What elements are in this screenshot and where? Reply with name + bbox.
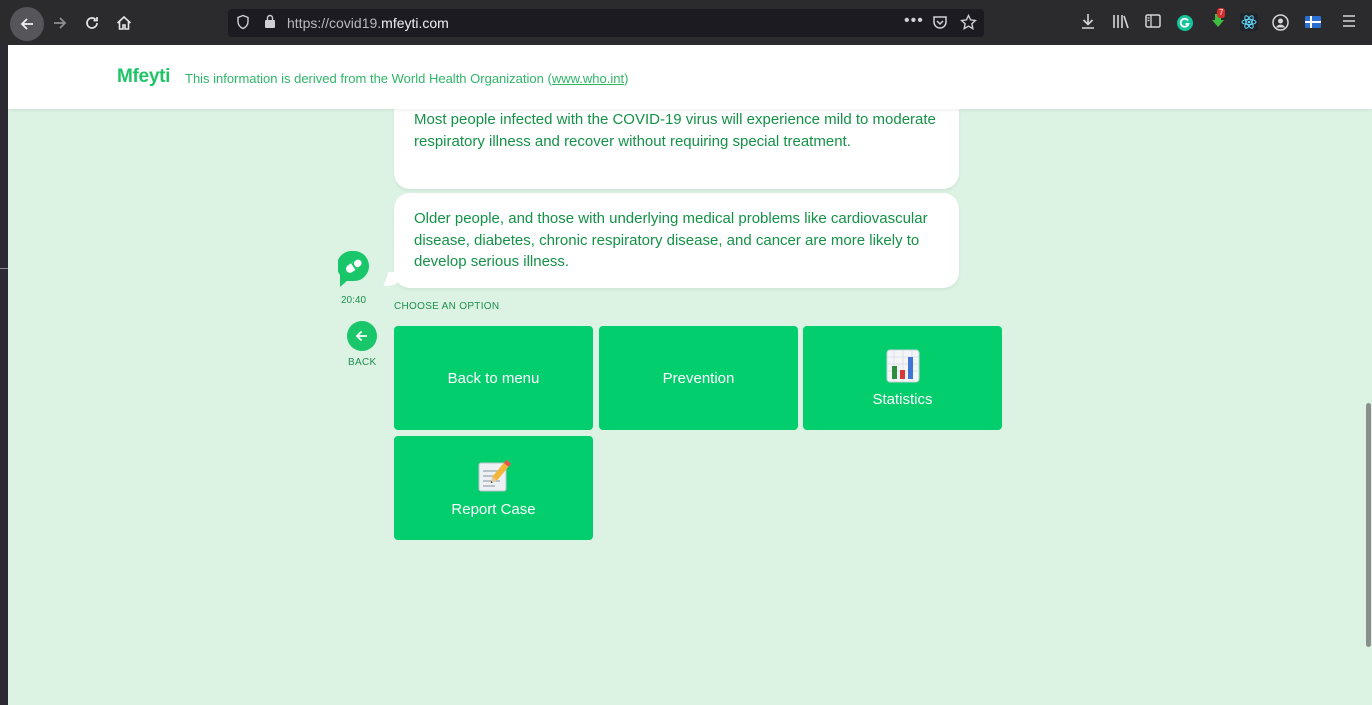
bookmark-star-icon[interactable] xyxy=(960,13,977,34)
library-icon[interactable] xyxy=(1112,12,1130,35)
bubble-tail xyxy=(383,272,407,286)
browser-toolbar: https://covid19.mfeyti.com ••• 7 xyxy=(0,0,1372,45)
back-to-menu-button[interactable]: Back to menu xyxy=(394,326,593,430)
bar-chart-icon xyxy=(886,349,919,382)
statistics-button[interactable]: Statistics xyxy=(803,326,1002,430)
option-label: Report Case xyxy=(451,500,536,518)
shield-icon[interactable] xyxy=(236,14,250,33)
message-time: 20:40 xyxy=(341,295,367,306)
browser-back-button[interactable] xyxy=(10,7,44,41)
site-header: Mfeyti This information is derived from … xyxy=(8,45,1372,109)
extension-badge: 7 xyxy=(1217,8,1226,18)
pill-avatar-icon xyxy=(336,250,369,287)
memo-icon xyxy=(478,459,511,491)
container-extension-icon[interactable] xyxy=(1304,13,1322,36)
url-bar[interactable]: https://covid19.mfeyti.com ••• xyxy=(228,9,984,37)
browser-forward-button[interactable] xyxy=(45,8,75,38)
grammarly-extension-icon[interactable] xyxy=(1176,14,1194,37)
scrollbar-thumb[interactable] xyxy=(1366,403,1371,647)
window-left-edge xyxy=(0,45,8,705)
message-text: Most people infected with the COVID-19 v… xyxy=(414,111,936,150)
browser-reload-button[interactable] xyxy=(77,8,107,38)
option-label: Statistics xyxy=(872,390,933,408)
arrow-right-icon xyxy=(54,17,67,29)
arrow-left-icon xyxy=(20,18,33,30)
home-icon xyxy=(116,15,132,30)
react-devtools-icon[interactable] xyxy=(1240,13,1258,36)
back-label[interactable]: BACK xyxy=(348,357,376,368)
downloads-icon[interactable] xyxy=(1080,12,1096,35)
source-info: This information is derived from the Wor… xyxy=(185,71,629,86)
url-text[interactable]: https://covid19.mfeyti.com xyxy=(287,15,449,31)
prevention-button[interactable]: Prevention xyxy=(599,326,798,430)
choose-option-label: CHOOSE AN OPTION xyxy=(394,301,500,312)
back-button[interactable] xyxy=(347,321,377,351)
who-link[interactable]: www.who.int xyxy=(552,71,624,86)
report-case-button[interactable]: Report Case xyxy=(394,436,593,540)
arrow-left-icon xyxy=(355,330,367,342)
page-viewport: Mfeyti This information is derived from … xyxy=(8,45,1372,705)
reload-icon xyxy=(86,17,98,29)
message-text: Older people, and those with underlying … xyxy=(414,210,928,270)
account-icon[interactable] xyxy=(1272,14,1289,36)
pocket-icon[interactable] xyxy=(932,14,948,33)
download-manager-extension-icon[interactable]: 7 xyxy=(1208,8,1228,35)
hamburger-menu-icon[interactable] xyxy=(1340,12,1358,35)
sidebar-icon[interactable] xyxy=(1144,12,1162,35)
lock-icon[interactable] xyxy=(264,14,276,32)
browser-home-button[interactable] xyxy=(109,8,139,38)
brand-logo[interactable]: Mfeyti xyxy=(117,66,170,88)
option-label: Back to menu xyxy=(447,369,540,387)
option-label: Prevention xyxy=(662,369,735,387)
page-scrollbar[interactable] xyxy=(1364,109,1372,705)
chat-message: Older people, and those with underlying … xyxy=(383,193,959,288)
chat-message: Most people infected with the COVID-19 v… xyxy=(394,97,959,189)
bot-avatar xyxy=(336,250,370,288)
more-actions-icon[interactable]: ••• xyxy=(904,12,924,30)
